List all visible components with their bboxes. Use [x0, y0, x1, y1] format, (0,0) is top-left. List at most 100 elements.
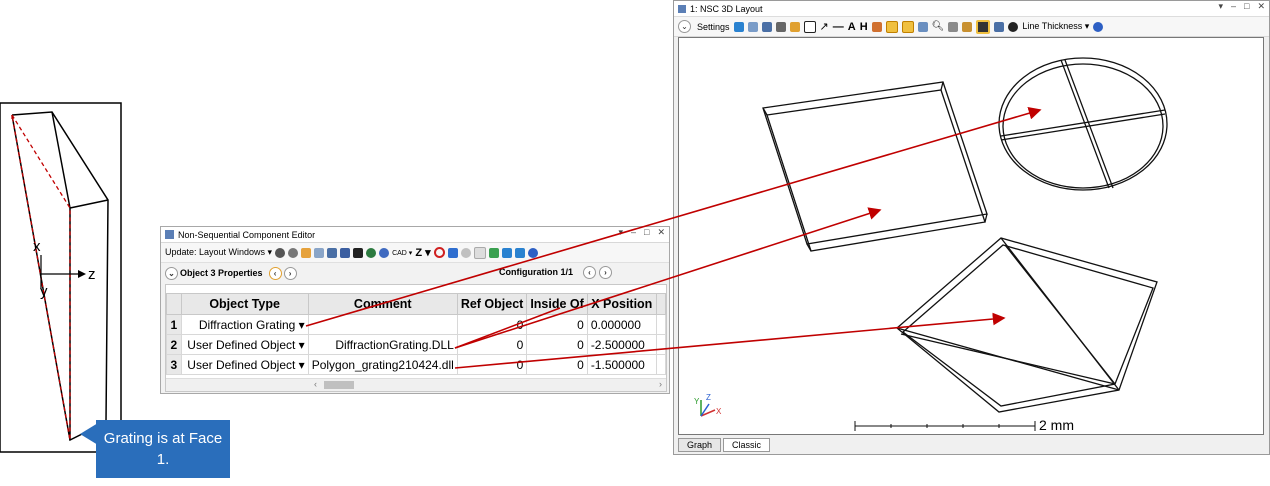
axes-icon[interactable]: [885, 20, 898, 33]
maximize-icon[interactable]: □: [644, 227, 649, 238]
grating-callout: Grating is at Face 1.: [96, 420, 230, 478]
nsc-3d-layout-window: 1: NSC 3D Layout ▾ – □ ✕ ⌄ Settings ↗ — …: [673, 0, 1270, 455]
lock-icon[interactable]: [962, 21, 973, 32]
rectangle-icon[interactable]: [803, 20, 816, 33]
maximize-icon[interactable]: □: [1244, 1, 1249, 12]
editor-title: Non-Sequential Component Editor: [178, 229, 316, 240]
tab-graph[interactable]: Graph: [678, 438, 722, 452]
print-icon[interactable]: [775, 21, 786, 32]
layout-toolbar: ⌄ Settings ↗ — A H 🔍︎ Line Thickness ▾: [674, 17, 1269, 37]
col-ref-object[interactable]: Ref Object: [456, 293, 528, 315]
refresh-icon[interactable]: [733, 21, 744, 32]
horizontal-scrollbar[interactable]: ‹ ›: [166, 378, 666, 391]
inside-of-cell[interactable]: 0: [526, 334, 588, 355]
scroll-left-icon[interactable]: ‹: [314, 379, 317, 389]
axis-z-label: z: [88, 266, 96, 283]
row-number: 3: [166, 354, 182, 375]
dropdown-icon[interactable]: ▾: [1218, 1, 1223, 12]
settings-button[interactable]: Settings: [697, 22, 730, 32]
editor-toolbar: Update: Layout Windows ▾ CAD ▾ Z ▾: [161, 243, 669, 263]
copy-icon[interactable]: [747, 21, 758, 32]
object-type-cell[interactable]: User Defined Object ▾: [180, 354, 309, 375]
right-arrow-icon[interactable]: [514, 247, 525, 258]
x-position-cell[interactable]: -1.500000: [586, 354, 657, 375]
no-icon[interactable]: [433, 247, 445, 258]
overflow-cell: [655, 354, 666, 375]
next-config-button[interactable]: ›: [599, 266, 612, 279]
page-icon[interactable]: [473, 246, 486, 259]
help-icon[interactable]: [1093, 21, 1104, 32]
comment-cell[interactable]: DiffractionGrating.DLL: [307, 334, 458, 355]
clock-icon[interactable]: [1008, 21, 1019, 32]
cube-icon[interactable]: [327, 247, 338, 258]
x-position-cell[interactable]: 0.000000: [586, 314, 657, 335]
line-thickness-dropdown[interactable]: Line Thickness ▾: [1022, 21, 1089, 32]
prev-object-button[interactable]: ‹: [268, 266, 282, 280]
close-icon[interactable]: ✕: [1257, 1, 1265, 12]
help-icon[interactable]: [527, 247, 538, 258]
close-icon[interactable]: ✕: [657, 227, 665, 238]
layout-drawing: Y Z X: [694, 57, 1168, 431]
ref-object-cell[interactable]: 0: [456, 314, 528, 335]
dimension-icon[interactable]: H: [860, 21, 868, 33]
minimize-icon[interactable]: –: [1231, 1, 1236, 12]
cad-dropdown[interactable]: CAD ▾: [392, 249, 412, 257]
ref-object-cell[interactable]: 0: [456, 334, 528, 355]
inside-of-cell[interactable]: 0: [526, 354, 588, 375]
inside-of-cell[interactable]: 0: [526, 314, 588, 335]
text-icon[interactable]: A: [848, 21, 856, 33]
table-row[interactable]: 1 Diffraction Grating ▾ 0 0 0.000000: [166, 314, 666, 335]
table-row[interactable]: 2 User Defined Object ▾ DiffractionGrati…: [166, 334, 666, 355]
layout-canvas[interactable]: Y Z X 2 mm: [678, 37, 1264, 435]
settings-icon[interactable]: [460, 247, 471, 258]
arrow-icon[interactable]: ↗: [820, 20, 829, 33]
link-icon[interactable]: [366, 247, 377, 258]
undo-icon[interactable]: [447, 247, 458, 258]
dropdown-icon[interactable]: ▾: [618, 227, 623, 238]
triad-x-label: X: [716, 407, 722, 416]
image-icon[interactable]: [948, 21, 959, 32]
sphere-icon[interactable]: [379, 247, 390, 258]
object-type-cell[interactable]: Diffraction Grating ▾: [180, 314, 309, 335]
link-arrows-icon[interactable]: [501, 247, 512, 258]
refresh-icon[interactable]: [288, 247, 299, 258]
grid-icon[interactable]: [353, 247, 364, 258]
x-position-cell[interactable]: -2.500000: [586, 334, 657, 355]
object-type-cell[interactable]: User Defined Object ▾: [180, 334, 309, 355]
swap-icon[interactable]: [488, 247, 499, 258]
pan-icon[interactable]: [917, 21, 928, 32]
reload-icon[interactable]: [275, 247, 286, 258]
col-inside-of[interactable]: Inside Of: [526, 293, 588, 315]
rays-icon[interactable]: [871, 21, 882, 32]
save-icon[interactable]: [761, 21, 772, 32]
tab-classic[interactable]: Classic: [723, 438, 771, 452]
scrollbar-thumb[interactable]: [324, 381, 354, 389]
table-row[interactable]: 3 User Defined Object ▾ Polygon_grating2…: [166, 354, 666, 375]
window-icon[interactable]: [994, 21, 1005, 32]
layout-grid-icon[interactable]: [976, 19, 991, 34]
wand-icon[interactable]: [301, 247, 312, 258]
minimize-icon[interactable]: –: [631, 227, 636, 238]
objects-icon[interactable]: [340, 247, 351, 258]
comment-cell[interactable]: Polygon_grating210424.dll: [307, 354, 458, 375]
expand-icon[interactable]: ⌄: [165, 266, 178, 280]
rotate-icon[interactable]: [901, 20, 914, 33]
pencil-icon[interactable]: [789, 21, 800, 32]
scroll-right-icon[interactable]: ›: [659, 379, 662, 389]
lens-icon[interactable]: [314, 247, 325, 258]
col-x-position[interactable]: X Position: [586, 293, 657, 315]
col-object-type[interactable]: Object Type: [180, 293, 309, 315]
line-icon[interactable]: —: [833, 21, 844, 33]
ref-object-cell[interactable]: 0: [456, 354, 528, 375]
z-dropdown[interactable]: Z ▾: [415, 246, 430, 259]
settings-expand-icon[interactable]: ⌄: [678, 20, 691, 33]
zoom-icon[interactable]: 🔍︎: [932, 21, 945, 32]
square-grating-plate: [762, 81, 988, 252]
col-comment[interactable]: Comment: [307, 293, 458, 315]
next-object-button[interactable]: ›: [283, 266, 297, 280]
comment-cell[interactable]: [307, 314, 458, 335]
prev-config-button[interactable]: ‹: [583, 266, 596, 279]
triad-y-label: Y: [694, 397, 700, 406]
axis-x-label: x: [33, 238, 41, 255]
update-dropdown[interactable]: Update: Layout Windows ▾: [165, 247, 272, 258]
